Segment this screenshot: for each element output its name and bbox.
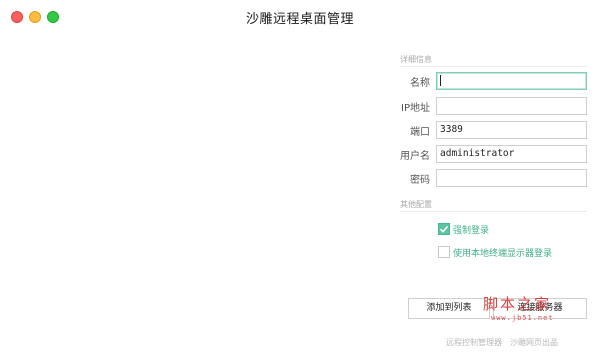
username-label: 用户名 xyxy=(400,151,430,162)
name-label: 名称 xyxy=(410,78,430,89)
port-input[interactable]: 3389 xyxy=(436,121,587,139)
name-input[interactable] xyxy=(436,72,587,90)
force-login-label: 强制登录 xyxy=(453,225,490,236)
local-display-option[interactable]: 使用本地终端显示器登录 xyxy=(438,245,552,259)
ip-label: IP地址 xyxy=(401,103,430,114)
username-input[interactable]: administrator xyxy=(436,145,587,163)
other-divider xyxy=(400,211,587,212)
text-caret xyxy=(440,75,441,86)
footer-right-link[interactable]: 沙雕网页出品 xyxy=(510,337,558,348)
details-section-label: 详细信息 xyxy=(400,55,432,64)
details-divider xyxy=(400,66,587,67)
add-to-list-button[interactable]: 添加到列表 xyxy=(408,298,490,319)
connection-list-panel[interactable] xyxy=(0,34,380,324)
checkmark-icon xyxy=(439,225,449,233)
title-bar: 沙雕远程桌面管理 xyxy=(0,0,600,34)
connect-button[interactable]: 连接服务器 xyxy=(493,298,587,319)
force-login-checkbox[interactable] xyxy=(438,223,450,235)
username-value: administrator xyxy=(440,148,515,159)
password-label: 密码 xyxy=(410,175,430,186)
ip-input[interactable] xyxy=(436,97,587,115)
local-display-label: 使用本地终端显示器登录 xyxy=(453,248,553,259)
port-value: 3389 xyxy=(440,124,463,135)
password-input[interactable] xyxy=(436,169,587,187)
footer-left-link[interactable]: 远程控制管理器 xyxy=(446,337,502,348)
local-display-checkbox[interactable] xyxy=(438,246,450,258)
window-title: 沙雕远程桌面管理 xyxy=(245,12,354,27)
force-login-option[interactable]: 强制登录 xyxy=(438,222,489,236)
other-section-label: 其他配置 xyxy=(400,200,432,209)
port-label: 端口 xyxy=(410,127,430,138)
